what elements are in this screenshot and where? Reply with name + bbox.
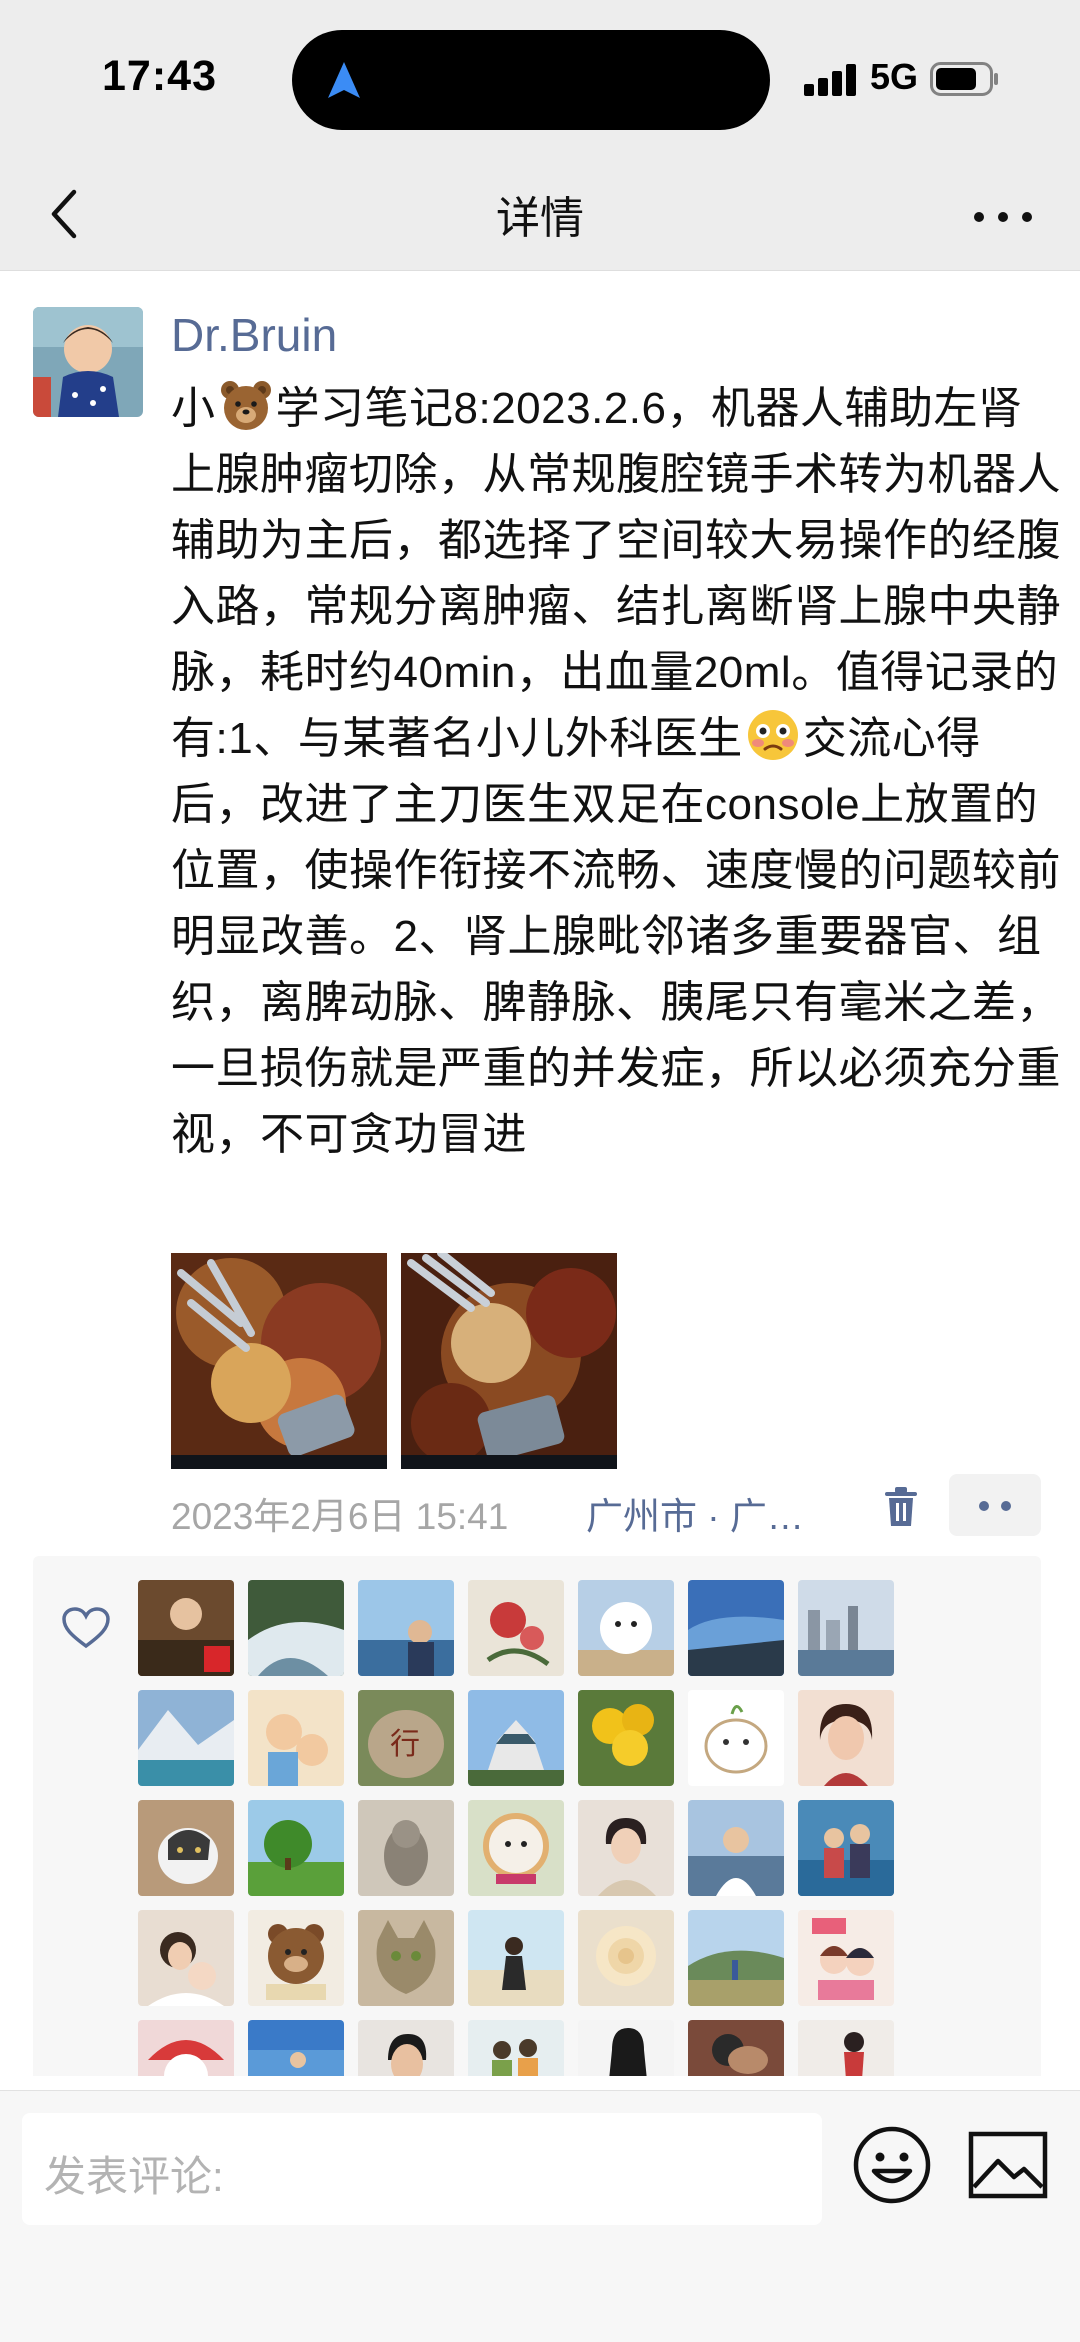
liker-avatar[interactable]	[468, 1800, 564, 1896]
liker-avatar[interactable]	[798, 1690, 894, 1786]
comment-placeholder: 发表评论:	[44, 2153, 224, 2200]
liker-avatar[interactable]	[578, 1580, 674, 1676]
liker-avatar[interactable]	[798, 1910, 894, 2006]
liker-avatar[interactable]	[578, 1690, 674, 1786]
liker-avatar[interactable]	[248, 1910, 344, 2006]
comment-bar: 发表评论:	[0, 2090, 1080, 2342]
liker-avatar[interactable]	[138, 1690, 234, 1786]
post-date: 2023年2月6日 15:41	[171, 1496, 509, 1537]
post-text-part-1: 小	[171, 384, 216, 433]
network-type: 5G	[870, 56, 919, 97]
dynamic-island	[292, 30, 770, 130]
liker-avatar[interactable]	[248, 1580, 344, 1676]
author-name[interactable]: Dr.Bruin	[171, 308, 337, 362]
image-icon[interactable]	[968, 2131, 1048, 2199]
liker-avatar[interactable]	[468, 1690, 564, 1786]
liker-avatar[interactable]	[578, 2020, 674, 2076]
svg-text:行: 行	[390, 1727, 420, 1762]
bear-emoji-icon	[220, 381, 271, 430]
liker-avatar[interactable]	[688, 1910, 784, 2006]
post-meta: 2023年2月6日 15:41 广州市 · 广…	[171, 1474, 1041, 1537]
comment-like-menu-button[interactable]	[949, 1474, 1041, 1536]
post-location[interactable]: 广州市 · 广…	[586, 1486, 804, 1540]
liker-avatar[interactable]	[248, 2020, 344, 2076]
post-text-part-3: 交流心得后，改进了主刀医生双足在console上放置的位置，使操作衔接不流畅、速…	[171, 714, 1061, 1159]
liker-avatar[interactable]	[138, 2020, 234, 2076]
surgery-photo-2[interactable]	[401, 1253, 617, 1469]
likes-panel: 行	[33, 1556, 1041, 2076]
liker-avatar[interactable]	[688, 2020, 784, 2076]
page-title: 详情	[496, 194, 584, 243]
liker-avatar[interactable]	[468, 2020, 564, 2076]
signal-icon	[804, 62, 864, 96]
emoji-icon[interactable]	[852, 2125, 932, 2205]
more-options-button[interactable]	[968, 190, 1038, 240]
liker-avatar[interactable]	[688, 1580, 784, 1676]
liker-avatar[interactable]	[248, 1690, 344, 1786]
heart-icon	[62, 1607, 110, 1649]
liker-avatar[interactable]	[798, 2020, 894, 2076]
status-time: 17:43	[102, 52, 217, 100]
liker-avatar[interactable]	[358, 1580, 454, 1676]
comment-input[interactable]: 发表评论:	[22, 2113, 822, 2225]
liker-avatar[interactable]	[358, 1800, 454, 1896]
trash-icon[interactable]	[883, 1486, 919, 1528]
author-avatar[interactable]	[33, 307, 143, 417]
liker-avatar[interactable]	[138, 1580, 234, 1676]
nav-bar: 详情	[0, 160, 1080, 271]
liker-avatar[interactable]: 行	[358, 1690, 454, 1786]
navigation-arrow-icon	[328, 62, 360, 98]
liker-avatar[interactable]	[798, 1800, 894, 1896]
liker-avatar[interactable]	[578, 1800, 674, 1896]
liker-avatar[interactable]	[138, 1910, 234, 2006]
liker-avatar[interactable]	[468, 1910, 564, 2006]
flushed-face-emoji-icon	[747, 710, 798, 760]
liker-avatar[interactable]	[358, 1910, 454, 2006]
post-text-part-2: 学习笔记8:2023.2.6，机器人辅助左肾上腺肿瘤切除，从常规腹腔镜手术转为机…	[171, 384, 1061, 763]
battery-icon	[930, 62, 998, 96]
liker-avatar[interactable]	[798, 1580, 894, 1676]
liker-avatar[interactable]	[688, 1800, 784, 1896]
post-text: 小 学习笔记8:2023.2.6，机器人辅助左肾上腺肿瘤切除，从常规腹腔镜手术转…	[171, 376, 1061, 1168]
status-bar: 17:43 5G	[0, 0, 1080, 160]
liker-avatar[interactable]	[468, 1580, 564, 1676]
liker-avatar[interactable]	[358, 2020, 454, 2076]
liker-avatar[interactable]	[578, 1910, 674, 2006]
liker-avatar[interactable]	[248, 1800, 344, 1896]
liker-avatar[interactable]	[138, 1800, 234, 1896]
liker-avatar[interactable]	[688, 1690, 784, 1786]
surgery-photo-1[interactable]	[171, 1253, 387, 1469]
